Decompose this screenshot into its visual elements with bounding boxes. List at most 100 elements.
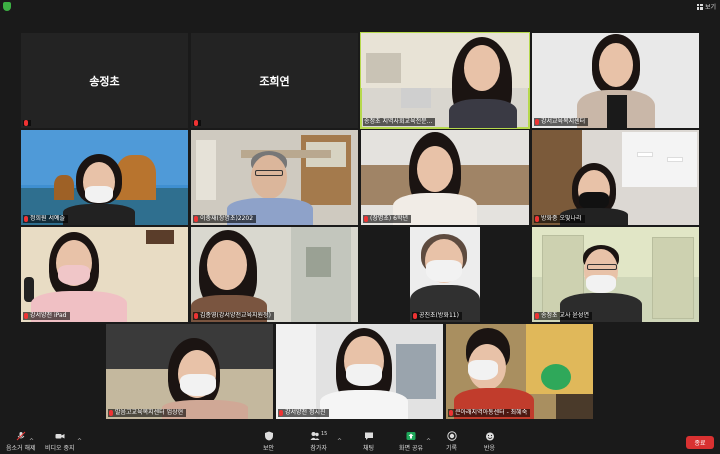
video-feed	[276, 324, 443, 419]
video-feed	[361, 130, 529, 225]
participant-name: 강서양천 정시진	[285, 409, 326, 416]
muted-mic-icon	[109, 410, 113, 416]
share-screen-label: 화면 공유	[399, 445, 423, 452]
shield-icon	[264, 431, 273, 441]
participant-name: 이충재(창명초)2202	[200, 215, 254, 222]
video-feed	[21, 130, 188, 225]
share-screen-icon	[406, 432, 416, 440]
video-feed	[106, 324, 273, 419]
stop-video-button[interactable]: 비디오 중지	[45, 431, 75, 452]
participant-label	[23, 120, 31, 126]
participant-label: (창명초) 6학년	[363, 215, 412, 223]
meeting-toolbar: 음소거 해제 ^ 비디오 중지 ^ 보안 15 참가자 ^ 채팅 화면 공유 ^…	[0, 428, 720, 454]
participants-options-caret-icon[interactable]: ^	[337, 438, 342, 445]
participant-label: 송정초 교사 윤성연	[534, 312, 592, 320]
audio-options-caret-icon[interactable]: ^	[29, 438, 34, 445]
video-tile[interactable]: 정희원 서예슬	[21, 130, 188, 225]
gallery-view-icon	[696, 3, 703, 10]
participant-name: 방화중 오빛나리	[541, 215, 582, 222]
participant-name: 김종영(강서양천교육지원청)	[200, 312, 271, 319]
video-tile[interactable]: 방화중 오빛나리	[532, 130, 699, 225]
participant-name: 공진초(방화11)	[419, 312, 459, 319]
end-meeting-button[interactable]: 종료	[686, 436, 714, 449]
share-options-caret-icon[interactable]: ^	[426, 438, 431, 445]
participants-icon	[310, 432, 320, 440]
record-icon	[446, 431, 457, 441]
chat-label: 채팅	[363, 445, 375, 452]
video-tile[interactable]: 강서교육복지센터	[532, 33, 699, 128]
participant-name: 발음고교육복지센터 엄상현	[115, 409, 184, 416]
video-tile[interactable]: 강서양천 iPad	[21, 227, 188, 322]
video-tile-active-speaker[interactable]: 송정초 지역사회교육전문...	[360, 32, 530, 129]
video-tile[interactable]: 김종영(강서양천교육지원청)	[191, 227, 358, 322]
muted-mic-icon	[535, 119, 539, 125]
view-button[interactable]: 보기	[696, 2, 716, 11]
reaction-smiley-icon	[485, 432, 494, 441]
video-feed	[21, 227, 188, 322]
video-feed	[191, 130, 358, 225]
muted-mic-icon	[194, 313, 198, 319]
reactions-button[interactable]: 반응	[484, 431, 495, 452]
participant-name-card: 송정초	[21, 33, 188, 128]
muted-mic-icon	[364, 216, 368, 222]
video-tile[interactable]: 이충재(창명초)2202	[191, 130, 358, 225]
participant-name: 강서양천 iPad	[30, 312, 67, 319]
participant-name: 큰아래지역아동센터 - 최혜숙	[455, 409, 528, 416]
video-tile[interactable]: 강서양천 정시진	[276, 324, 443, 419]
record-button[interactable]: 기록	[446, 431, 457, 452]
mic-muted-icon	[16, 431, 26, 441]
video-tile[interactable]: 조희연	[191, 33, 358, 128]
video-feed	[410, 227, 480, 322]
participant-label: 정희원 서예슬	[23, 215, 69, 223]
participant-label: 발음고교육복지센터 엄상현	[108, 409, 187, 417]
muted-mic-icon	[194, 216, 198, 222]
participant-name: 송정초 지역사회교육전문...	[364, 118, 433, 125]
participants-label: 참가자	[310, 445, 327, 452]
muted-mic-icon	[413, 313, 417, 319]
participant-name-card: 조희연	[191, 33, 358, 128]
participant-name: 강서교육복지센터	[541, 118, 586, 125]
participant-name: (창명초) 6학년	[370, 215, 409, 222]
muted-mic-icon	[24, 313, 28, 319]
muted-mic-icon	[194, 120, 198, 126]
video-camera-icon	[55, 434, 65, 439]
video-feed	[446, 324, 593, 419]
muted-mic-icon	[279, 410, 283, 416]
video-feed	[191, 227, 358, 322]
security-button[interactable]: 보안	[263, 431, 274, 452]
participant-name: 송정초 교사 윤성연	[541, 312, 589, 319]
video-tile[interactable]: (창명초) 6학년	[361, 130, 529, 225]
participant-label: 큰아래지역아동센터 - 최혜숙	[448, 409, 531, 417]
video-tile[interactable]: 송정초	[21, 33, 188, 128]
record-label: 기록	[446, 445, 458, 452]
video-feed	[532, 130, 699, 225]
participant-label: 방화중 오빛나리	[534, 215, 585, 223]
muted-mic-icon	[535, 216, 539, 222]
video-tile[interactable]: 큰아래지역아동센터 - 최혜숙	[446, 324, 593, 419]
reactions-label: 반응	[484, 445, 496, 452]
participant-label: 송정초 지역사회교육전문...	[363, 118, 436, 126]
chat-bubble-icon	[364, 432, 373, 440]
muted-mic-icon	[24, 120, 28, 126]
participant-label: 공진초(방화11)	[412, 312, 462, 320]
top-bar: 보기	[0, 0, 720, 14]
video-tile[interactable]: 공진초(방화11)	[410, 227, 480, 322]
security-label: 보안	[263, 445, 275, 452]
video-feed	[532, 227, 699, 322]
chat-button[interactable]: 채팅	[363, 431, 374, 452]
muted-mic-icon	[24, 216, 28, 222]
participants-button[interactable]: 15 참가자	[310, 431, 327, 452]
participant-label: 강서양천 iPad	[23, 312, 70, 320]
video-options-caret-icon[interactable]: ^	[77, 438, 82, 445]
participant-label: 강서양천 정시진	[278, 409, 329, 417]
video-tile[interactable]: 송정초 교사 윤성연	[532, 227, 699, 322]
view-label: 보기	[704, 4, 716, 11]
participants-count: 15	[321, 431, 328, 437]
participant-label: 김종영(강서양천교육지원청)	[193, 312, 274, 320]
video-tile[interactable]: 발음고교육복지센터 엄상현	[106, 324, 273, 419]
share-screen-button[interactable]: 화면 공유	[399, 431, 423, 452]
video-feed	[532, 33, 699, 128]
participant-name: 정희원 서예슬	[30, 215, 66, 222]
security-shield-icon[interactable]	[3, 2, 11, 11]
participant-label	[193, 120, 201, 126]
